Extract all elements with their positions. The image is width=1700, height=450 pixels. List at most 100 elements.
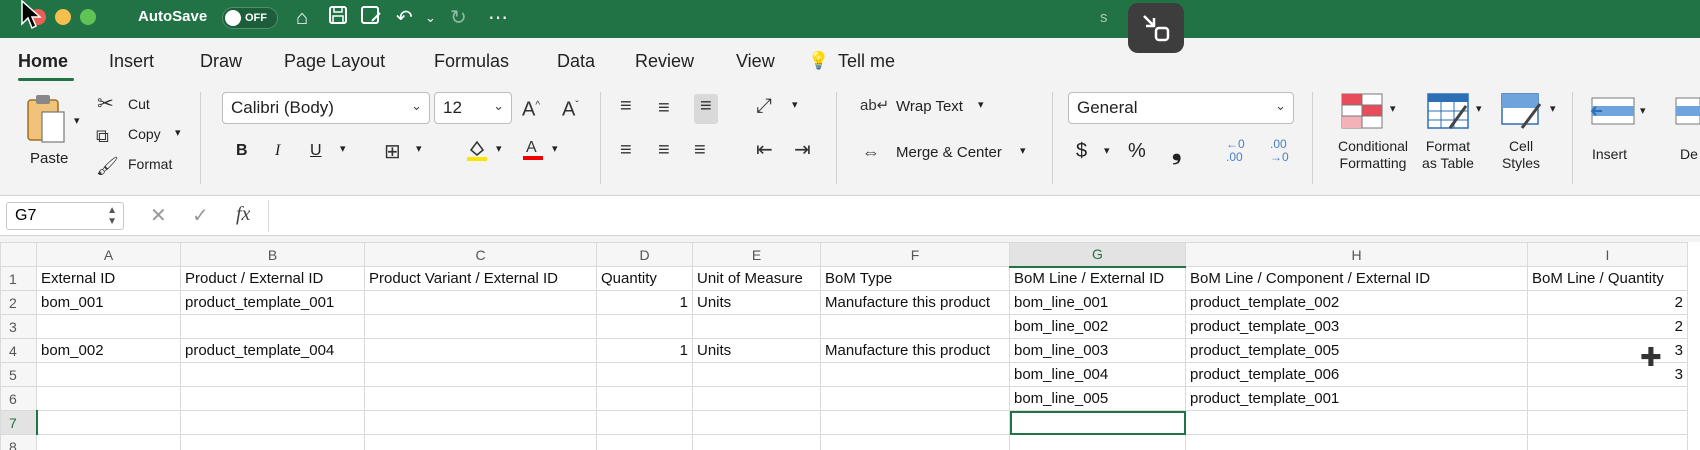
cell-a6[interactable] — [36, 386, 181, 411]
tab-review[interactable]: Review — [635, 51, 694, 72]
cell-f6[interactable] — [820, 386, 1010, 411]
cell-d8[interactable] — [596, 434, 693, 450]
row-header[interactable]: 7 — [0, 410, 38, 435]
insert-button[interactable]: Insert — [1592, 146, 1627, 162]
font-color-dropdown-chevron-icon[interactable]: ▾ — [552, 142, 558, 155]
column-header-a[interactable]: A — [36, 242, 181, 267]
orientation-dropdown-chevron-icon[interactable]: ▾ — [792, 98, 798, 111]
cut-button[interactable]: Cut — [128, 96, 150, 112]
cancel-icon[interactable]: ✕ — [150, 203, 167, 228]
cell-f1[interactable]: BoM Type — [820, 266, 1010, 291]
cell-b5[interactable] — [180, 362, 365, 387]
cell-d3[interactable] — [596, 314, 693, 339]
wrap-text-button[interactable]: Wrap Text — [896, 98, 963, 115]
redo-icon[interactable]: ↻ — [450, 5, 467, 31]
column-header-c[interactable]: C — [364, 242, 597, 267]
row-header[interactable]: 1 — [0, 266, 37, 291]
currency-dropdown-chevron-icon[interactable]: ▾ — [1104, 144, 1110, 157]
tab-draw[interactable]: Draw — [200, 51, 242, 72]
column-header-h[interactable]: H — [1185, 242, 1528, 267]
bold-button[interactable]: B — [236, 142, 248, 160]
italic-button[interactable]: I — [275, 142, 280, 160]
cell-d5[interactable] — [596, 362, 693, 387]
underline-button[interactable]: U — [310, 142, 322, 160]
increase-indent-icon[interactable]: ⇥ — [794, 138, 811, 162]
decrease-indent-icon[interactable]: ⇤ — [756, 138, 773, 162]
paste-dropdown-chevron-icon[interactable]: ▾ — [74, 114, 80, 127]
cell-e4[interactable]: Units — [692, 338, 821, 363]
cell-c5[interactable] — [364, 362, 597, 387]
name-box[interactable]: G7 ▲ ▼ — [6, 202, 124, 230]
format-as-table-icon[interactable] — [1426, 92, 1470, 132]
align-left-icon[interactable]: ≡ — [620, 138, 632, 162]
copy-button[interactable]: Copy — [128, 126, 161, 142]
merge-center-button[interactable]: Merge & Center — [896, 144, 1002, 161]
cell-b6[interactable] — [180, 386, 365, 411]
comma-style-button[interactable]: ❟ — [1172, 138, 1181, 166]
cell-b2[interactable]: product_template_001 — [180, 290, 365, 315]
format-painter-icon[interactable]: 🖌 — [96, 154, 119, 178]
cell-e6[interactable] — [692, 386, 821, 411]
cell-g1[interactable]: BoM Line / External ID — [1009, 266, 1186, 291]
cell-e2[interactable]: Units — [692, 290, 821, 315]
cell-i6[interactable] — [1527, 386, 1688, 411]
cell-e5[interactable] — [692, 362, 821, 387]
increase-font-size-icon[interactable]: A^ — [522, 94, 540, 122]
cell-d7[interactable] — [596, 410, 693, 435]
tab-page-layout[interactable]: Page Layout — [284, 51, 385, 72]
paste-button[interactable] — [24, 92, 70, 146]
minimize-window-button[interactable] — [55, 9, 71, 25]
cell-f3[interactable] — [820, 314, 1010, 339]
cell-e7[interactable] — [692, 410, 821, 435]
name-box-stepper-icon[interactable]: ▲ ▼ — [107, 205, 117, 227]
percent-button[interactable]: % — [1128, 140, 1146, 163]
fill-color-icon[interactable] — [466, 138, 488, 168]
cell-f5[interactable] — [820, 362, 1010, 387]
fill-color-dropdown-chevron-icon[interactable]: ▾ — [496, 142, 502, 155]
cell-h8[interactable] — [1185, 434, 1528, 450]
cell-g6[interactable]: bom_line_005 — [1009, 386, 1186, 411]
cell-g7[interactable] — [1009, 410, 1186, 435]
increase-decimal-icon[interactable]: ←0.00 — [1226, 138, 1245, 164]
delete-cells-icon[interactable] — [1674, 94, 1700, 130]
cell-i5[interactable]: 3 — [1527, 362, 1688, 387]
tab-data[interactable]: Data — [557, 51, 595, 72]
align-center-icon[interactable]: ≡ — [658, 138, 670, 162]
borders-icon[interactable]: ⊞ — [384, 140, 401, 164]
cell-i8[interactable] — [1527, 434, 1688, 450]
conditional-formatting-button[interactable]: Conditional Formatting — [1328, 138, 1418, 172]
cell-g5[interactable]: bom_line_004 — [1009, 362, 1186, 387]
cell-i2[interactable]: 2 — [1527, 290, 1688, 315]
cell-i4[interactable]: 3 — [1527, 338, 1688, 363]
format-as-table-button[interactable]: Format as Table — [1416, 138, 1480, 172]
borders-dropdown-chevron-icon[interactable]: ▾ — [416, 142, 422, 155]
row-header[interactable]: 3 — [0, 314, 37, 339]
copy-icon[interactable]: ⧉ — [96, 124, 109, 148]
select-all-corner[interactable] — [0, 242, 37, 267]
font-size-select[interactable]: 12 ⌄ — [434, 92, 512, 124]
cell-g4[interactable]: bom_line_003 — [1009, 338, 1186, 363]
wrap-text-icon[interactable]: ab↵ — [860, 94, 889, 118]
cell-h5[interactable]: product_template_006 — [1185, 362, 1528, 387]
conditional-formatting-icon[interactable] — [1340, 92, 1384, 132]
paste-label[interactable]: Paste — [30, 150, 68, 167]
cell-d6[interactable] — [596, 386, 693, 411]
cell-i3[interactable]: 2 — [1527, 314, 1688, 339]
copy-dropdown-chevron-icon[interactable]: ▾ — [175, 126, 181, 139]
cell-h6[interactable]: product_template_001 — [1185, 386, 1528, 411]
align-top-icon[interactable]: ≡ — [620, 94, 632, 118]
insert-function-icon[interactable]: fx — [236, 203, 250, 226]
document-title[interactable]: s — [1100, 9, 1108, 26]
tab-formulas[interactable]: Formulas — [434, 51, 509, 72]
cell-f2[interactable]: Manufacture this product — [820, 290, 1010, 315]
cell-f8[interactable] — [820, 434, 1010, 450]
row-header[interactable]: 2 — [0, 290, 37, 315]
cell-a2[interactable]: bom_001 — [36, 290, 181, 315]
format-painter-button[interactable]: Format — [128, 156, 172, 172]
align-bottom-icon[interactable]: ≡ — [694, 94, 718, 124]
conditional-formatting-chevron-icon[interactable]: ▾ — [1390, 102, 1396, 115]
align-right-icon[interactable]: ≡ — [694, 138, 706, 162]
underline-dropdown-chevron-icon[interactable]: ▾ — [340, 142, 346, 155]
undo-icon[interactable]: ↶ — [396, 5, 413, 31]
cell-c4[interactable] — [364, 338, 597, 363]
